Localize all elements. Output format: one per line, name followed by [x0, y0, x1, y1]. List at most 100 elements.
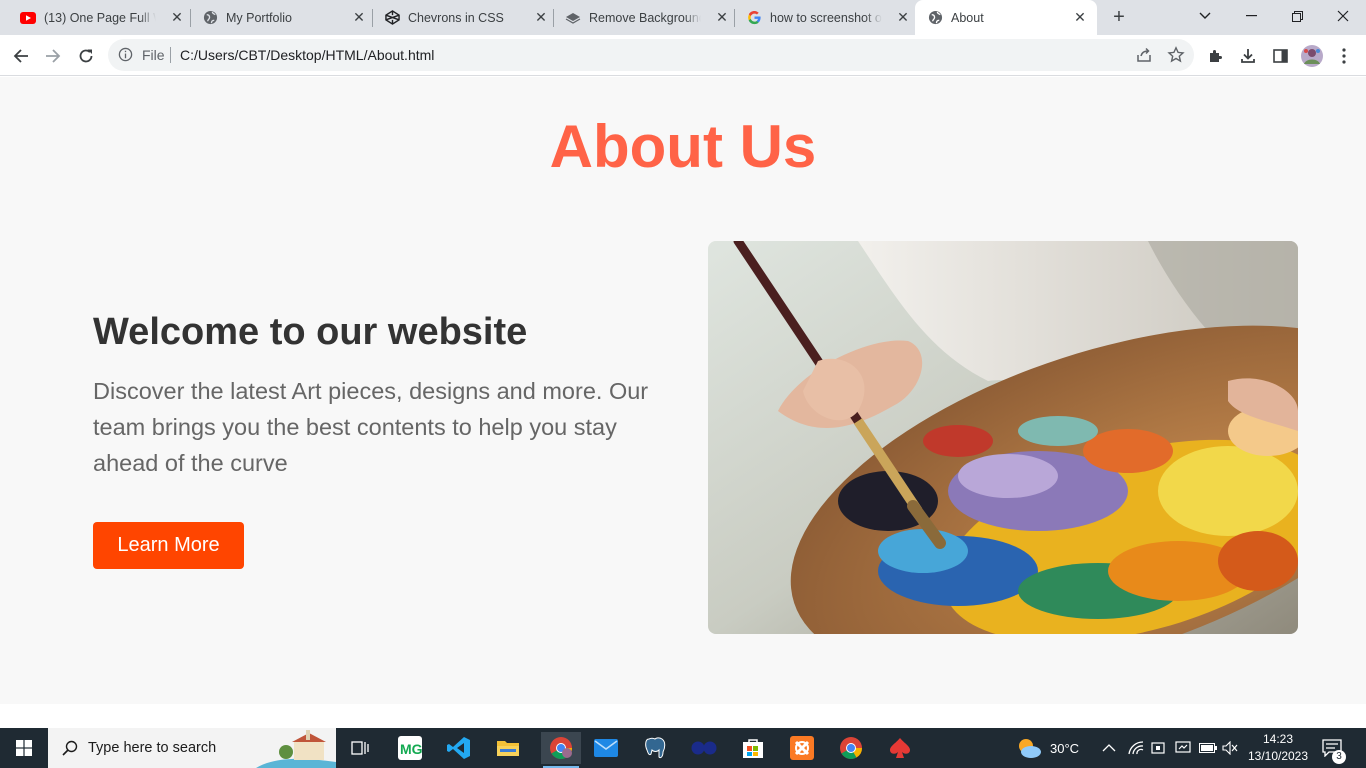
vscode-app[interactable] — [443, 732, 475, 764]
browser-tab[interactable]: Chevrons in CSS ✕ — [364, 0, 554, 35]
tab-title: My Portfolio — [226, 10, 292, 25]
info-icon[interactable] — [118, 47, 133, 67]
battery-icon — [1199, 743, 1217, 753]
display-icon — [1175, 741, 1191, 753]
mail-app[interactable] — [590, 732, 622, 764]
new-tab-button[interactable]: + — [1108, 6, 1130, 28]
wifi-icon — [1128, 741, 1144, 755]
download-icon — [1241, 49, 1255, 63]
folder-icon — [497, 741, 519, 756]
url-text[interactable]: C:/Users/CBT/Desktop/HTML/About.html — [180, 47, 434, 63]
close-tab-icon[interactable]: ✕ — [896, 10, 910, 24]
task-view-icon — [351, 741, 369, 755]
search-highlight-illustration — [256, 728, 336, 768]
address-divider — [170, 47, 171, 63]
address-bar[interactable]: File C:/Users/CBT/Desktop/HTML/About.htm… — [108, 39, 1194, 71]
chrome-app-active[interactable] — [541, 732, 581, 768]
chrome-icon — [550, 737, 572, 759]
network-button[interactable] — [1128, 728, 1144, 768]
browser-tab-active[interactable]: About ✕ — [915, 0, 1097, 35]
volume-button[interactable] — [1222, 728, 1238, 768]
chevron-down-icon — [1199, 12, 1211, 19]
avatar-icon — [1301, 45, 1323, 67]
xampp-icon — [790, 736, 814, 760]
taskbar-search-box[interactable]: Type here to search — [48, 728, 336, 768]
task-view-button[interactable] — [344, 732, 376, 764]
tab-title: how to screenshot on — [770, 10, 882, 25]
globe-icon — [927, 10, 943, 26]
close-icon — [1337, 10, 1349, 22]
browser-tab[interactable]: Remove Background ✕ — [545, 0, 735, 35]
clock-time: 14:23 — [1262, 732, 1294, 746]
dots-app-icon — [691, 741, 717, 755]
welcome-heading: Welcome to our website — [93, 311, 528, 353]
close-window-button[interactable] — [1320, 0, 1366, 32]
painter-palette-image — [708, 241, 1298, 634]
weather-temp: 30°C — [1050, 740, 1080, 756]
start-button[interactable] — [0, 728, 48, 768]
mongodb-compass-app[interactable]: MG — [394, 732, 426, 764]
red-app[interactable] — [884, 732, 916, 764]
windows-taskbar: Type here to search MG 30°C 14:23 13/10/… — [0, 728, 1366, 768]
display-button[interactable] — [1175, 728, 1191, 768]
search-placeholder: Type here to search — [88, 740, 217, 756]
device-icon — [1151, 742, 1165, 754]
share-icon[interactable] — [1135, 46, 1153, 69]
notifications-button[interactable]: 3 — [1322, 728, 1346, 768]
scheme-label: File — [142, 47, 165, 63]
vscode-icon — [447, 737, 470, 759]
arrow-right-icon — [46, 49, 61, 63]
youtube-icon — [20, 10, 36, 26]
page-title: About Us — [549, 113, 817, 180]
xampp-app[interactable] — [786, 732, 818, 764]
postgresql-icon — [645, 737, 666, 759]
forward-button[interactable] — [40, 43, 66, 69]
google-icon — [746, 10, 762, 26]
tab-title: (13) One Page Full We — [44, 10, 156, 25]
show-hidden-icons-button[interactable] — [1102, 728, 1116, 768]
meet-now-button[interactable] — [1151, 728, 1165, 768]
reload-button[interactable] — [73, 43, 99, 69]
back-button[interactable] — [8, 43, 34, 69]
browser-tab[interactable]: My Portfolio ✕ — [182, 0, 372, 35]
side-panel-icon — [1272, 49, 1288, 63]
menu-button[interactable] — [1331, 43, 1357, 69]
file-explorer-app[interactable] — [492, 732, 524, 764]
tab-search-button[interactable] — [1182, 0, 1228, 32]
weather-widget[interactable]: 30°C — [1016, 728, 1079, 768]
chrome-icon — [840, 737, 862, 759]
battery-button[interactable] — [1199, 728, 1217, 768]
chevron-up-icon — [1102, 744, 1116, 752]
learn-more-button[interactable]: Learn More — [93, 522, 244, 569]
clock-date: 13/10/2023 — [1247, 749, 1309, 763]
red-app-icon — [890, 738, 910, 758]
search-icon — [62, 740, 78, 761]
tab-title: Chevrons in CSS — [408, 10, 504, 25]
dots-app[interactable] — [688, 732, 720, 764]
notification-count-badge: 3 — [1332, 750, 1346, 764]
extensions-button[interactable] — [1203, 43, 1229, 69]
store-icon — [743, 739, 763, 758]
side-panel-button[interactable] — [1267, 43, 1293, 69]
puzzle-icon — [1210, 50, 1222, 62]
microsoft-store-app[interactable] — [737, 732, 769, 764]
mongodb-compass-icon: MG — [398, 736, 422, 760]
layers-icon — [565, 10, 581, 26]
globe-icon — [202, 10, 218, 26]
downloads-button[interactable] — [1235, 43, 1261, 69]
profile-avatar[interactable] — [1299, 43, 1325, 69]
reload-icon — [79, 49, 93, 63]
about-page: About Us Welcome to our website Discover… — [0, 77, 1366, 704]
browser-tab[interactable]: how to screenshot on ✕ — [726, 0, 916, 35]
arrow-left-icon — [13, 49, 28, 63]
browser-tab[interactable]: (13) One Page Full We ✕ — [0, 0, 190, 35]
restore-icon — [1291, 10, 1303, 22]
close-tab-icon[interactable]: ✕ — [1073, 10, 1087, 24]
about-description: Discover the latest Art pieces, designs … — [93, 378, 649, 476]
bookmark-star-icon[interactable] — [1167, 46, 1185, 69]
restore-button[interactable] — [1274, 0, 1320, 32]
postgresql-app[interactable] — [639, 732, 671, 764]
chrome-app[interactable] — [835, 732, 867, 764]
minimize-button[interactable] — [1228, 0, 1274, 32]
taskbar-clock[interactable]: 14:23 13/10/2023 — [1244, 731, 1312, 765]
